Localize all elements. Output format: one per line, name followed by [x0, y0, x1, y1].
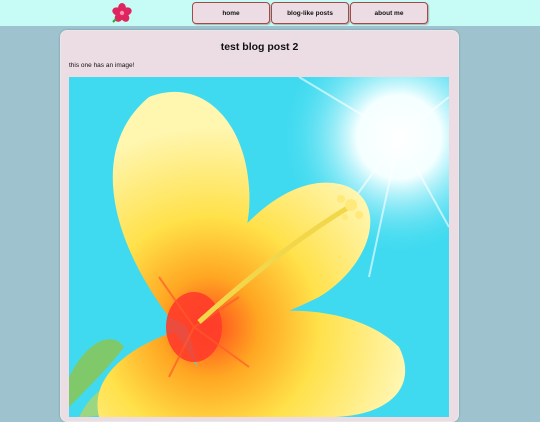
- post-title: test blog post 2: [220, 41, 299, 53]
- nav-about-me-label: about me: [374, 9, 404, 17]
- post-image: [69, 77, 449, 417]
- nav-blog-posts-label: blog-like posts: [287, 9, 333, 17]
- nav-home-button[interactable]: home: [192, 2, 270, 24]
- nav-home-label: home: [222, 9, 240, 17]
- top-nav-bar: home blog-like posts about me: [0, 0, 540, 26]
- nav-about-me-button[interactable]: about me: [350, 2, 428, 24]
- hibiscus-flower-icon[interactable]: [112, 3, 132, 23]
- yellow-hibiscus-flower-photo: [69, 77, 449, 417]
- post-body-text: this one has an image!: [69, 62, 135, 69]
- nav-blog-posts-button[interactable]: blog-like posts: [271, 2, 349, 24]
- blog-post-card: test blog post 2 this one has an image!: [60, 30, 459, 422]
